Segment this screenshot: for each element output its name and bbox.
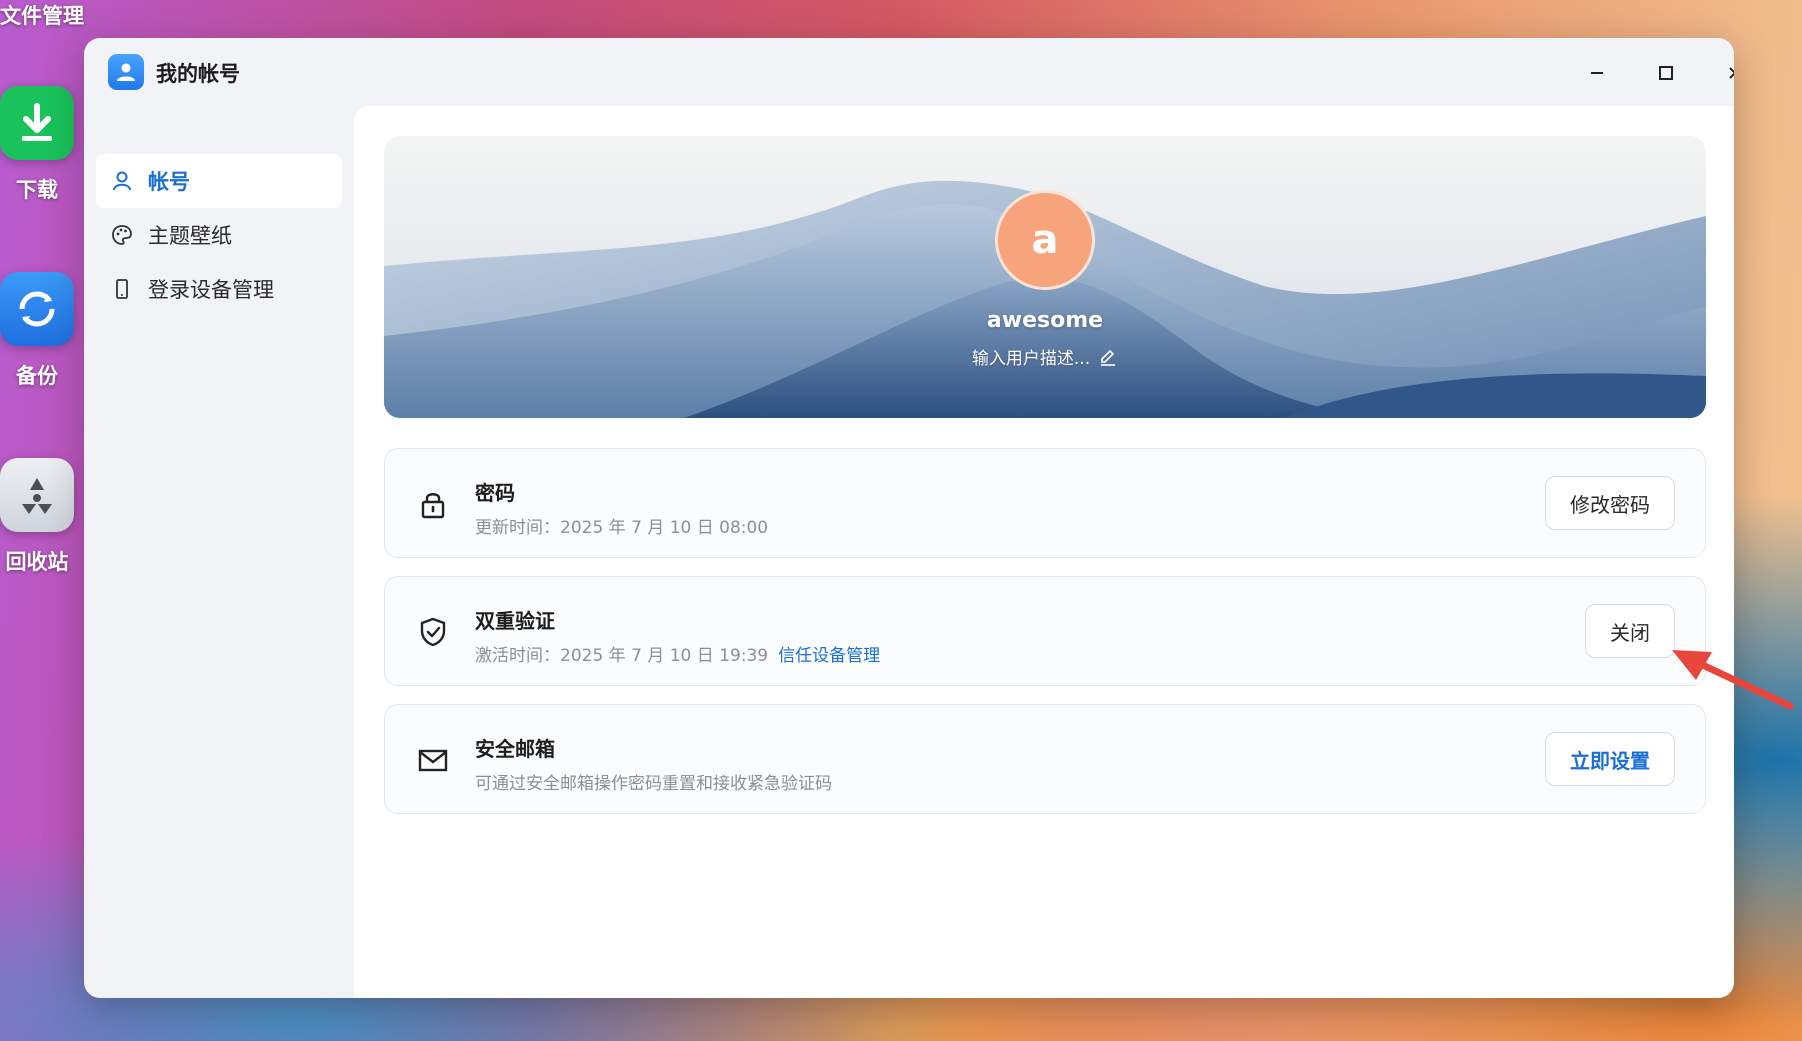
account-window: 我的帐号 帐号 主题壁纸 登录设备管理 a awesome 输入用户描述... … [84,38,1734,998]
annotation-arrow-icon [1672,650,1794,710]
desktop-icon-backup[interactable]: 备份 [0,272,74,390]
palette-icon [110,223,134,247]
avatar[interactable]: a [995,190,1095,290]
desktop-icon-download[interactable]: 下载 [0,86,74,204]
sidebar-item-label: 主题壁纸 [148,224,232,248]
title-bar[interactable]: 我的帐号 [84,38,1734,106]
edit-icon[interactable] [1098,347,1118,367]
user-icon [110,169,134,193]
sidebar-item-label: 帐号 [148,170,190,194]
minimize-button[interactable] [1580,56,1614,90]
close-button[interactable] [1718,56,1734,90]
maximize-icon [1659,66,1673,80]
main-content: a awesome 输入用户描述... 密码 更新时间：2025 年 7 月 1… [354,106,1734,998]
maximize-button[interactable] [1649,56,1683,90]
description-placeholder: 输入用户描述... [971,349,1091,369]
setup-email-button[interactable]: 立即设置 [1545,732,1675,786]
desktop-label-backup: 备份 [16,364,58,388]
trusted-devices-link[interactable]: 信任设备管理 [778,646,880,666]
window-title: 我的帐号 [156,62,240,86]
sidebar: 帐号 主题壁纸 登录设备管理 [84,106,354,998]
two-factor-activated-time: 激活时间：2025 年 7 月 10 日 19:39 信任设备管理 [475,641,880,666]
sidebar-item-account[interactable]: 帐号 [96,154,342,208]
sync-icon[interactable] [0,272,74,346]
mail-icon [415,742,451,778]
desktop-file-manager-label[interactable]: 文件管理 [0,0,84,30]
desktop-label-download: 下载 [16,178,58,202]
desktop-icon-recycle-bin[interactable]: 回收站 [0,458,74,576]
security-email-description: 可通过安全邮箱操作密码重置和接收紧急验证码 [475,774,832,794]
username: awesome [986,308,1104,333]
account-app-icon [108,54,144,90]
desktop-label-recycle-bin: 回收站 [5,550,69,574]
profile-banner: a awesome 输入用户描述... [384,136,1706,418]
sidebar-item-theme-wallpaper[interactable]: 主题壁纸 [96,208,342,262]
lock-icon [415,486,451,522]
shield-check-icon [415,614,451,650]
sidebar-item-device-management[interactable]: 登录设备管理 [96,262,342,316]
password-updated-time: 更新时间：2025 年 7 月 10 日 08:00 [475,518,769,538]
close-icon [1729,67,1734,79]
minimize-icon [1591,72,1603,74]
phone-icon [110,277,134,301]
password-title: 密码 [475,481,515,505]
security-email-title: 安全邮箱 [475,737,555,761]
recycle-icon[interactable] [0,458,74,532]
security-email-card: 安全邮箱 可通过安全邮箱操作密码重置和接收紧急验证码 立即设置 [384,704,1706,814]
change-password-button[interactable]: 修改密码 [1545,476,1675,530]
two-factor-title: 双重验证 [475,609,555,633]
two-factor-card: 双重验证 激活时间：2025 年 7 月 10 日 19:39 信任设备管理 关闭 [384,576,1706,686]
user-description[interactable]: 输入用户描述... [384,344,1706,369]
download-icon[interactable] [0,86,74,160]
sidebar-item-label: 登录设备管理 [148,278,274,302]
two-factor-subtitle: 激活时间：2025 年 7 月 10 日 19:39 [475,646,769,666]
password-card: 密码 更新时间：2025 年 7 月 10 日 08:00 修改密码 [384,448,1706,558]
